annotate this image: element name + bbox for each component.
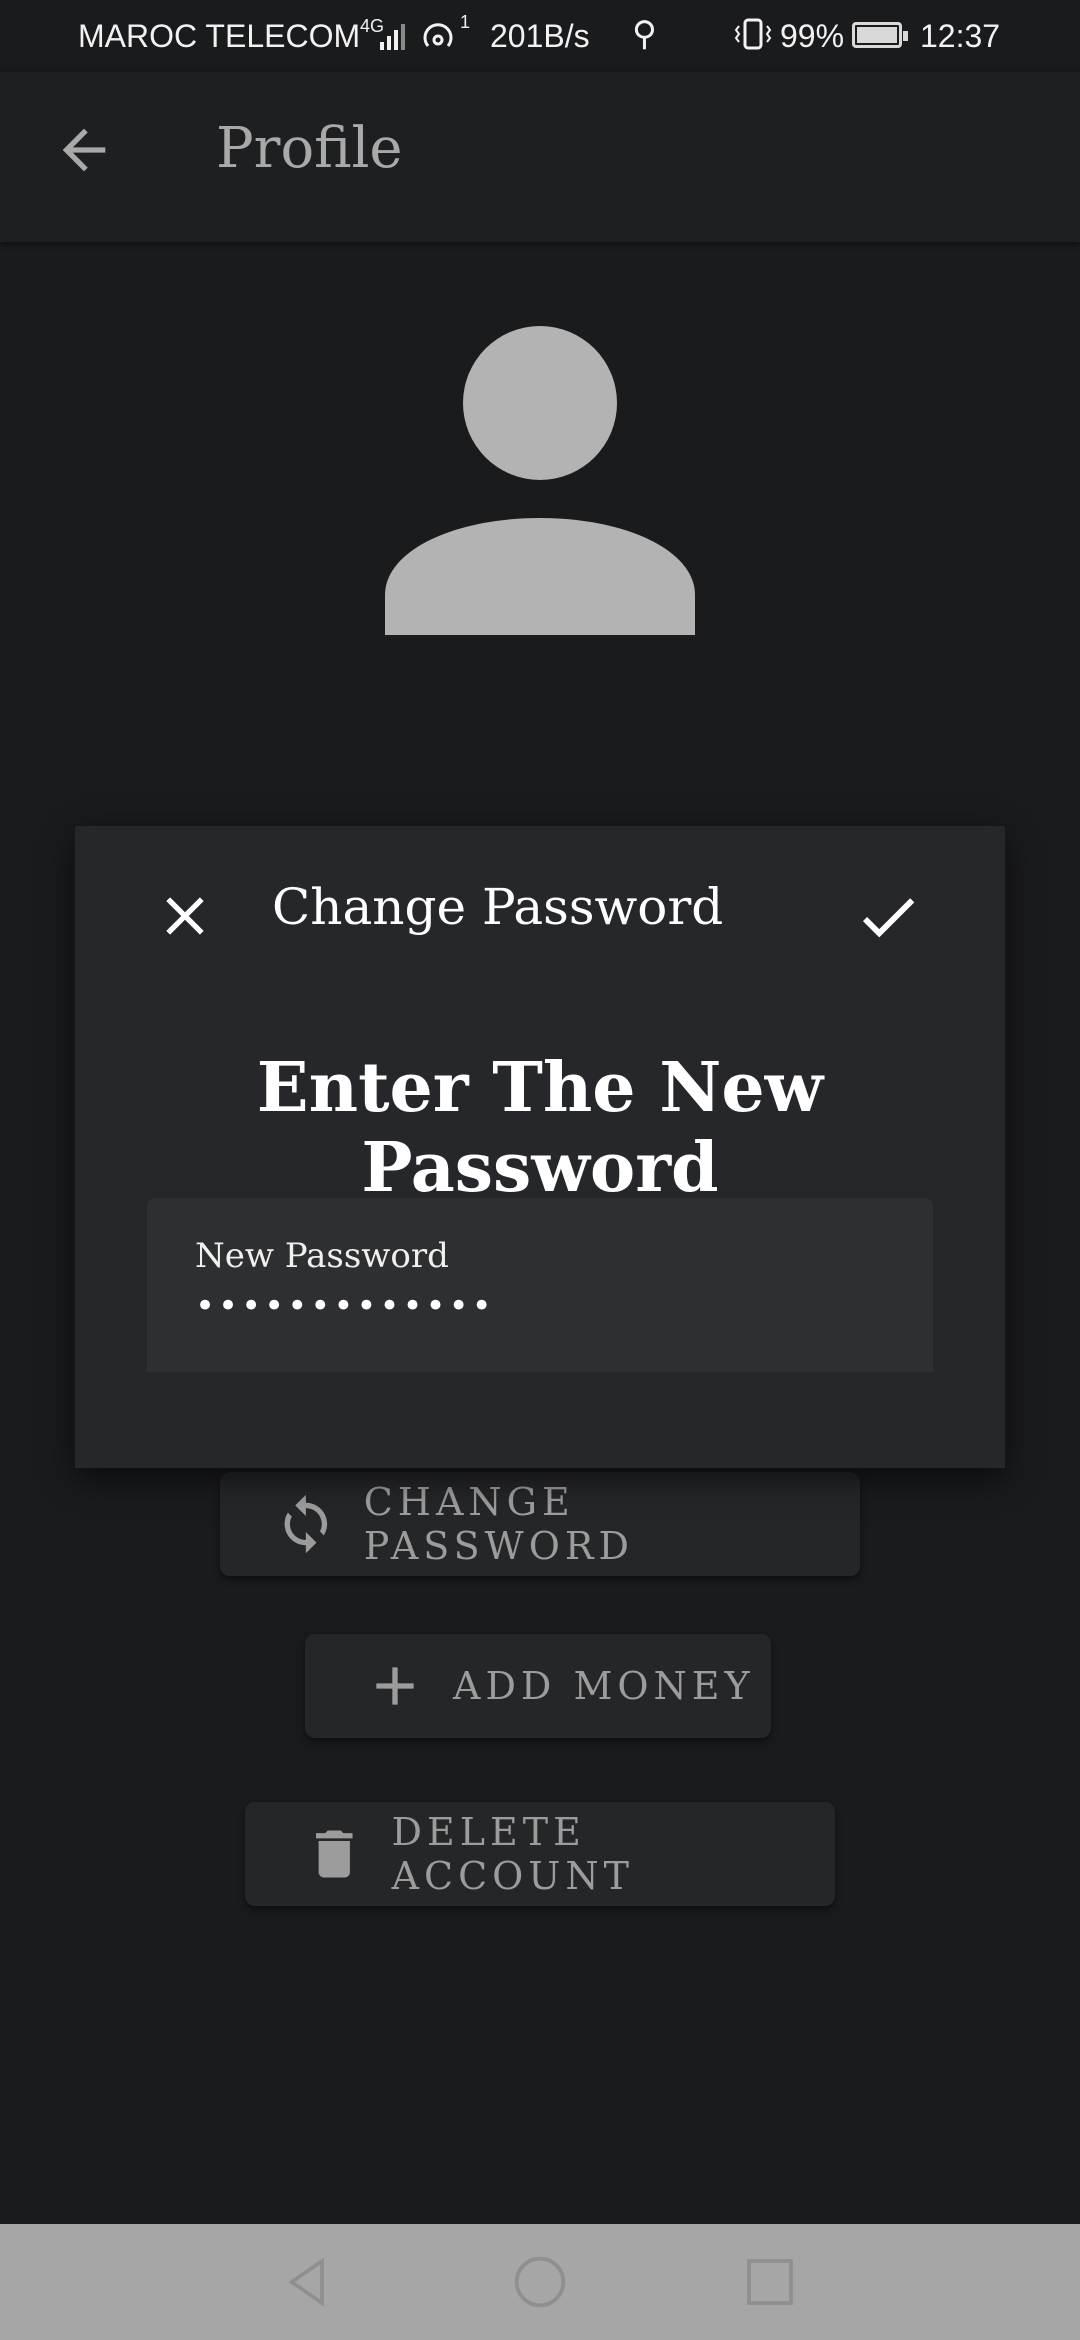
signal-icon — [380, 24, 405, 50]
add-money-button[interactable]: ADD MONEY — [305, 1634, 771, 1738]
plus-icon — [376, 1667, 414, 1705]
close-icon[interactable] — [153, 884, 217, 948]
battery-icon — [852, 22, 908, 48]
hotspot-icon — [423, 23, 453, 47]
status-bar: MAROC TELECOM 4G 1 201B/s ⚲ 99% 12:37 — [0, 0, 1080, 72]
avatar-icon[interactable] — [385, 325, 695, 635]
change-password-button[interactable]: CHANGE PASSWORD — [220, 1472, 860, 1576]
add-money-label: ADD MONEY — [453, 1664, 755, 1708]
new-password-label: New Password — [195, 1236, 449, 1276]
change-password-label: CHANGE PASSWORD — [363, 1480, 634, 1568]
nav-back-icon[interactable] — [280, 2254, 336, 2310]
carrier-name: MAROC TELECOM — [78, 18, 361, 54]
usb-icon: ⚲ — [632, 15, 657, 53]
battery-percent: 99% — [780, 18, 845, 54]
network-speed: 201B/s — [490, 18, 590, 54]
hotspot-count: 1 — [460, 12, 471, 32]
clock: 12:37 — [920, 18, 1001, 54]
dialog-heading: Enter The New Password — [256, 1048, 824, 1208]
dialog-title: Change Password — [272, 878, 724, 936]
nav-recents-icon[interactable] — [742, 2254, 798, 2310]
sync-icon — [284, 1494, 328, 1554]
trash-icon — [316, 1830, 353, 1878]
delete-account-label: DELETE ACCOUNT — [391, 1810, 634, 1898]
new-password-input[interactable]: ••••••••••••• — [195, 1286, 495, 1326]
system-nav-bar — [0, 2224, 1080, 2340]
delete-account-button[interactable]: DELETE ACCOUNT — [245, 1802, 835, 1906]
arrow-left-icon[interactable] — [52, 118, 116, 182]
nav-home-icon[interactable] — [512, 2254, 568, 2310]
vibrate-icon — [734, 18, 772, 50]
page-title: Profile — [216, 116, 403, 181]
new-password-field[interactable]: New Password ••••••••••••• — [147, 1198, 933, 1372]
change-password-dialog: Change Password Enter The New Password N… — [75, 826, 1005, 1468]
check-icon[interactable] — [853, 882, 923, 952]
app-bar: Profile — [0, 72, 1080, 242]
